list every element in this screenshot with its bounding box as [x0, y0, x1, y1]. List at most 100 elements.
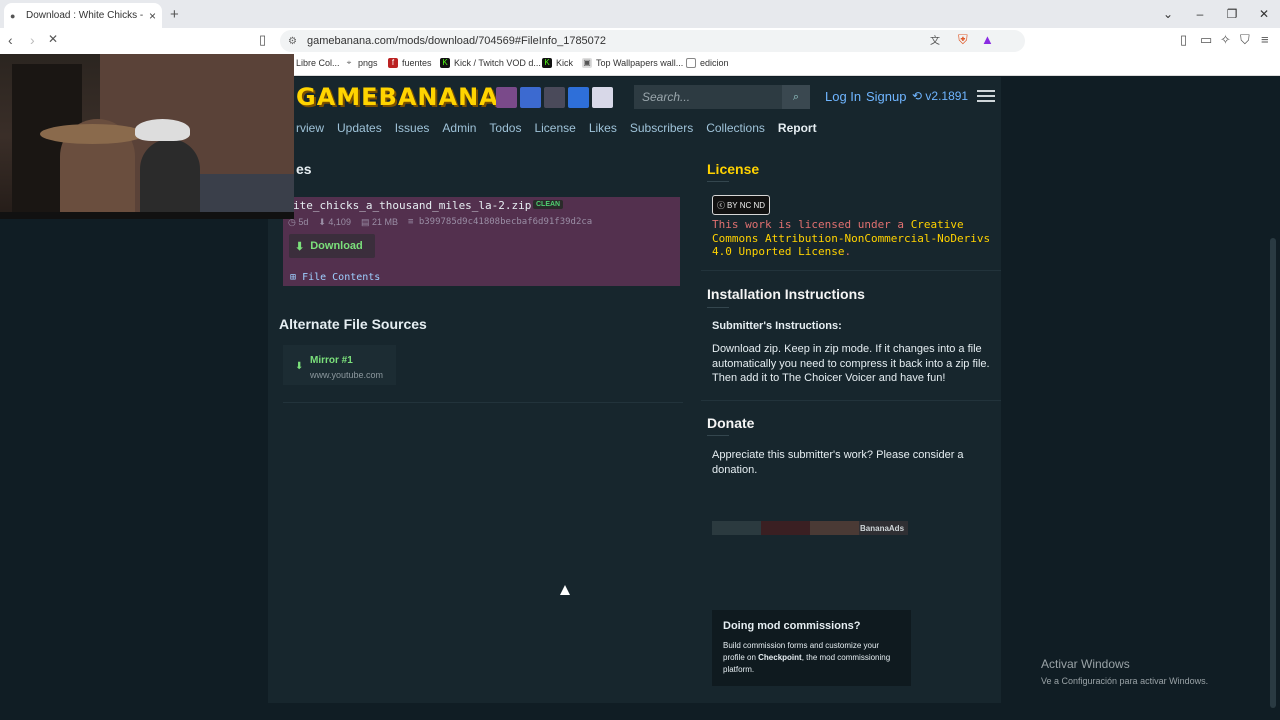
- tab-report[interactable]: Report: [778, 121, 817, 143]
- sidebar-icon[interactable]: ▯: [1180, 32, 1187, 48]
- tab-updates[interactable]: Updates: [337, 121, 382, 143]
- kick-icon: K: [542, 58, 552, 68]
- page-scrollbar[interactable]: [1270, 238, 1276, 708]
- donate-text: Appreciate this submitter's work? Please…: [712, 449, 964, 476]
- tab-overview[interactable]: rview: [296, 121, 324, 143]
- game-thumb[interactable]: [592, 87, 613, 108]
- file-contents-toggle[interactable]: ⊞ File Contents: [290, 272, 380, 283]
- tab-search-icon[interactable]: ⌄: [1152, 0, 1184, 28]
- instructions-text: Download zip. Keep in zip mode. If it ch…: [712, 343, 990, 384]
- game-thumb[interactable]: [568, 87, 589, 108]
- search-icon[interactable]: ⌕: [782, 85, 810, 109]
- webcam-overlay: [0, 54, 294, 219]
- tab-collections[interactable]: Collections: [706, 121, 765, 143]
- image-icon: ▣: [582, 58, 592, 68]
- windows-activation-watermark: Activar Windows Ve a Configuración para …: [1041, 657, 1209, 686]
- files-heading: es: [296, 161, 312, 177]
- clean-badge: CLEAN: [533, 200, 564, 209]
- tab-todos[interactable]: Todos: [489, 121, 521, 143]
- installation-heading: Installation Instructions: [707, 286, 865, 302]
- leo-ai-icon[interactable]: ✧: [1220, 32, 1231, 48]
- creative-commons-icon[interactable]: ⓒ BY NC ND: [712, 195, 770, 215]
- bookmark-item[interactable]: K Kick / Twitch VOD d...: [440, 58, 541, 68]
- bookmark-item[interactable]: ▣ Top Wallpapers wall...: [582, 58, 683, 68]
- divider: [283, 402, 683, 403]
- brave-shield-icon[interactable]: ⛨: [958, 32, 968, 48]
- hamburger-menu-icon[interactable]: [977, 87, 995, 105]
- file-size: ▤ 21 MB: [360, 217, 398, 227]
- tab-admin[interactable]: Admin: [442, 121, 476, 143]
- checkpoint-link[interactable]: Checkpoint: [758, 653, 802, 662]
- file-hash: ≡ b399785d9c41808becbaf6d91f39d2ca: [407, 217, 593, 227]
- donate-heading: Donate: [707, 415, 755, 431]
- translate-icon[interactable]: 文: [930, 32, 940, 47]
- alternate-sources-heading: Alternate File Sources: [279, 316, 427, 332]
- game-thumb[interactable]: [544, 87, 565, 108]
- folder-icon: [686, 58, 696, 68]
- file-downloads: ⬇ 4,109: [318, 217, 351, 227]
- login-link[interactable]: Log In: [825, 89, 861, 104]
- divider: [707, 181, 729, 182]
- game-shortcuts: [496, 87, 613, 108]
- commission-body: Build commission forms and customize you…: [723, 641, 891, 674]
- divider: [701, 400, 1001, 401]
- ads-label: BananaAds: [860, 524, 905, 533]
- divider: [707, 435, 729, 436]
- submission-nav: rview Updates Issues Admin Todos License…: [296, 121, 817, 143]
- vpn-icon[interactable]: ⛉: [1240, 32, 1250, 48]
- signup-link[interactable]: Signup: [866, 89, 906, 104]
- bookmark-item[interactable]: f fuentes: [388, 58, 432, 68]
- gamebanana-logo[interactable]: GAMEBANANA: [296, 83, 499, 111]
- address-bar[interactable]: ⚙ gamebanana.com/mods/download/704569#Fi…: [280, 30, 1025, 52]
- bookmark-item[interactable]: Libre Col...: [296, 58, 340, 68]
- commission-promo[interactable]: Doing mod commissions? Build commission …: [712, 610, 911, 686]
- font-icon: f: [388, 58, 398, 68]
- file-name: ite_chicks_a_thousand_miles_la-2.zip: [293, 199, 532, 212]
- download-button[interactable]: ⬇ Download: [289, 234, 375, 258]
- menu-icon[interactable]: ≡: [1261, 32, 1269, 47]
- mouse-cursor-icon: [560, 585, 570, 595]
- site-info-icon[interactable]: ⚙: [288, 36, 297, 47]
- restore-icon[interactable]: ❐: [1216, 0, 1248, 28]
- search-input[interactable]: Search...: [634, 85, 782, 109]
- download-arrow-icon: ⬇: [295, 361, 304, 372]
- tab-title: Download : White Chicks - A Th: [26, 10, 145, 21]
- browser-tab[interactable]: ● Download : White Chicks - A Th ×: [4, 3, 162, 28]
- browser-toolbar: ‹ › ✕ ▯ ⚙ gamebanana.com/mods/download/7…: [0, 28, 1280, 54]
- back-icon[interactable]: ‹: [8, 32, 13, 48]
- commission-heading: Doing mod commissions?: [723, 620, 861, 632]
- bookmark-item[interactable]: edicion: [686, 58, 729, 68]
- bookmark-item[interactable]: K Kick: [542, 58, 573, 68]
- tab-bar: ● Download : White Chicks - A Th × + ⌄ –…: [0, 0, 1280, 28]
- tab-license[interactable]: License: [534, 121, 575, 143]
- expand-icon: ⊞: [290, 272, 297, 283]
- tab-subscribers[interactable]: Subscribers: [630, 121, 693, 143]
- kick-icon: K: [440, 58, 450, 68]
- game-thumb[interactable]: [520, 87, 541, 108]
- divider: [707, 307, 729, 308]
- bookmark-item[interactable]: ⌖ pngs: [344, 58, 378, 68]
- license-text: This work is licensed under a Creative C…: [712, 218, 991, 258]
- version-label[interactable]: ⟲ v2.1891: [912, 89, 968, 103]
- mirror-label[interactable]: Mirror #1: [310, 355, 353, 366]
- game-thumb[interactable]: [496, 87, 517, 108]
- forward-icon[interactable]: ›: [30, 32, 35, 48]
- tab-issues[interactable]: Issues: [395, 121, 430, 143]
- submitter-instructions-label: Submitter's Instructions:: [712, 320, 842, 332]
- pin-icon: ⌖: [346, 58, 352, 67]
- tab-likes[interactable]: Likes: [589, 121, 617, 143]
- window-controls: ⌄ – ❐ ✕: [1152, 0, 1280, 28]
- close-window-icon[interactable]: ✕: [1248, 0, 1280, 28]
- license-heading: License: [707, 161, 760, 177]
- wallet-icon[interactable]: ▭: [1200, 32, 1212, 48]
- site-favicon-icon: ●: [10, 10, 16, 21]
- stop-icon[interactable]: ✕: [48, 32, 58, 46]
- minimize-icon[interactable]: –: [1184, 0, 1216, 28]
- mirror-url: www.youtube.com: [310, 370, 384, 380]
- new-tab-icon[interactable]: +: [170, 6, 179, 23]
- bookmark-icon[interactable]: ▯: [259, 32, 266, 48]
- url-text: gamebanana.com/mods/download/704569#File…: [306, 35, 607, 47]
- close-tab-icon[interactable]: ×: [149, 9, 156, 23]
- brave-rewards-icon[interactable]: ▲: [981, 32, 994, 47]
- divider: [701, 270, 1001, 271]
